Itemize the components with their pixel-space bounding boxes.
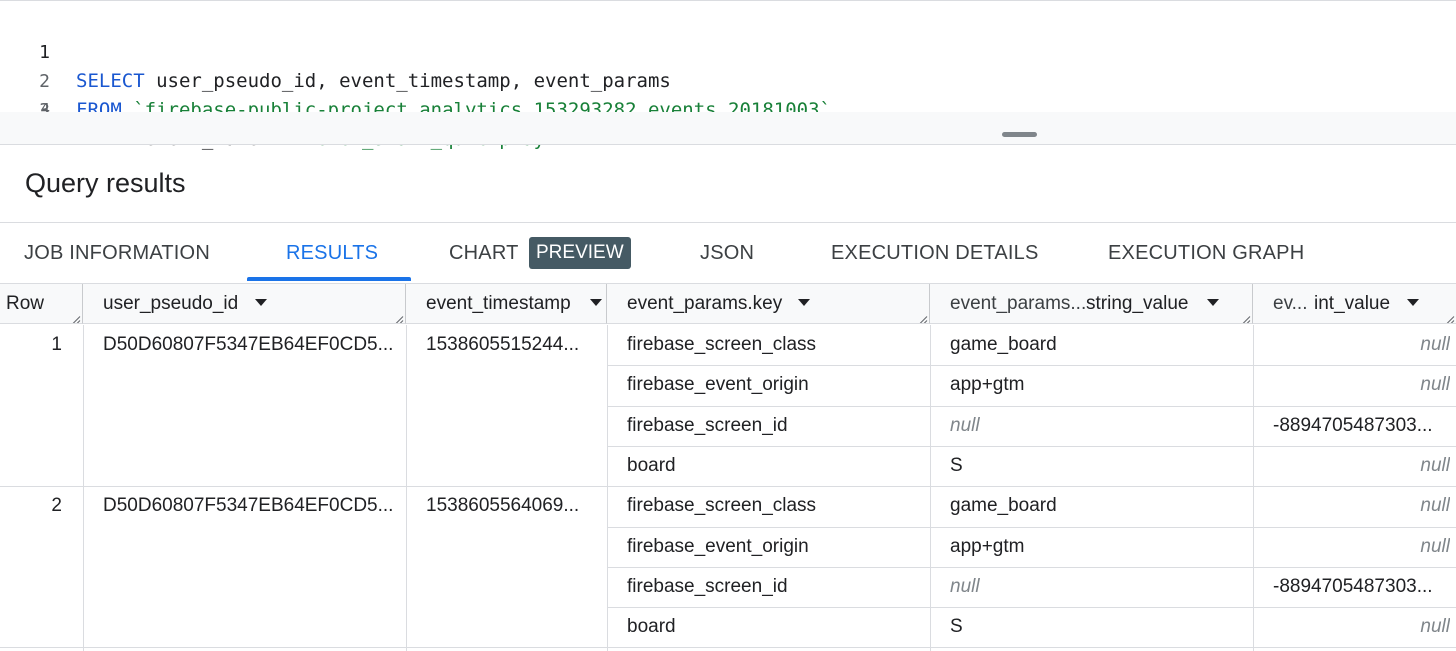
user-pseudo-id-cell[interactable]: D50D60807F5347EB64EF0CD5... <box>103 486 393 526</box>
divider <box>0 222 1456 223</box>
row-number: 1 <box>51 334 62 355</box>
param-int-value-cell[interactable]: null <box>1273 527 1450 567</box>
column-divider <box>1253 325 1254 651</box>
param-int-value-cell[interactable]: null <box>1273 446 1450 486</box>
param-string-value-cell[interactable]: app+gtm <box>950 527 1245 567</box>
sort-down-icon[interactable] <box>1407 299 1419 306</box>
column-header-label: event_params.key <box>627 293 783 314</box>
sort-down-icon[interactable] <box>798 299 810 306</box>
column-header-prefix: ev... <box>1273 293 1308 314</box>
column-header-label: string_value <box>1086 293 1189 314</box>
tab-results[interactable]: RESULTS <box>286 238 378 268</box>
column-divider <box>406 325 407 651</box>
param-key-cell[interactable]: firebase_event_origin <box>627 527 922 567</box>
param-key-cell[interactable]: firebase_event_origin <box>627 365 922 405</box>
row-divider <box>0 647 1456 649</box>
column-resize-icon[interactable] <box>70 311 80 321</box>
param-key-cell[interactable]: firebase_screen_id <box>627 567 922 607</box>
sort-down-icon[interactable] <box>1207 299 1219 306</box>
column-header-label: Row <box>6 293 45 314</box>
param-string-value-cell[interactable]: app+gtm <box>950 365 1245 405</box>
code-line-2[interactable]: 2 FROM `firebase-public-project.analytic… <box>0 38 1456 123</box>
param-int-value-cell[interactable]: null <box>1273 607 1450 647</box>
column-divider <box>607 325 608 651</box>
column-header-row[interactable]: Row <box>0 284 83 324</box>
column-divider <box>83 325 84 651</box>
column-header-label: event_timestamp <box>426 293 571 314</box>
user-pseudo-id-cell[interactable]: D50D60807F5347EB64EF0CD5... <box>103 325 393 365</box>
column-header-int-value[interactable]: ev... int_value <box>1253 284 1456 324</box>
results-grid: Row user_pseudo_id event_timestamp event… <box>0 283 1456 651</box>
column-header-string-value[interactable]: event_params... string_value <box>930 284 1253 324</box>
param-int-value-cell[interactable]: -8894705487303... <box>1273 567 1450 607</box>
event-timestamp-cell[interactable]: 1538605564069... <box>426 486 598 526</box>
column-divider <box>930 325 931 651</box>
param-key-cell[interactable]: board <box>627 607 922 647</box>
param-string-value-cell[interactable]: S <box>950 607 1245 647</box>
param-key-cell[interactable]: firebase_screen_id <box>627 406 922 446</box>
sort-down-icon[interactable] <box>255 299 267 306</box>
column-resize-icon[interactable] <box>1444 311 1454 321</box>
code-line-4[interactable]: 4 <box>0 89 1456 113</box>
column-resize-icon[interactable] <box>1240 311 1250 321</box>
preview-badge: PREVIEW <box>529 237 631 269</box>
event-timestamp-cell[interactable]: 1538605515244... <box>426 325 598 365</box>
sql-editor[interactable]: 1 SELECT user_pseudo_id, event_timestamp… <box>0 0 1456 150</box>
tab-json[interactable]: JSON <box>700 238 754 268</box>
column-resize-icon[interactable] <box>917 311 927 321</box>
param-int-value-cell[interactable]: null <box>1273 486 1450 526</box>
tab-execution-graph[interactable]: EXECUTION GRAPH <box>1108 238 1304 268</box>
param-int-value-cell[interactable]: -8894705487303... <box>1273 406 1450 446</box>
column-header-event-timestamp[interactable]: event_timestamp <box>406 284 607 324</box>
editor-results-splitter[interactable] <box>0 112 1456 145</box>
param-key-cell[interactable]: firebase_screen_class <box>627 325 922 365</box>
param-string-value-cell[interactable]: game_board <box>950 486 1245 526</box>
sort-down-icon[interactable] <box>590 299 602 306</box>
param-key-cell[interactable]: board <box>627 446 922 486</box>
column-header-user-pseudo-id[interactable]: user_pseudo_id <box>83 284 406 324</box>
param-int-value-cell[interactable]: null <box>1273 365 1450 405</box>
tab-job-information[interactable]: JOB INFORMATION <box>24 238 210 268</box>
param-string-value-cell[interactable]: null <box>950 567 1245 607</box>
column-header-prefix: event_params... <box>950 293 1087 314</box>
column-header-event-params-key[interactable]: event_params.key <box>607 284 930 324</box>
query-results-title: Query results <box>25 168 186 198</box>
param-int-value-cell[interactable]: null <box>1273 325 1450 365</box>
tab-execution-details[interactable]: EXECUTION DETAILS <box>831 238 1039 268</box>
drag-handle-icon[interactable] <box>1002 132 1037 137</box>
active-tab-indicator <box>247 277 411 281</box>
code-line-1[interactable]: 1 SELECT user_pseudo_id, event_timestamp… <box>0 9 1456 92</box>
param-string-value-cell[interactable]: null <box>950 406 1245 446</box>
param-key-cell[interactable]: firebase_screen_class <box>627 486 922 526</box>
param-string-value-cell[interactable]: game_board <box>950 325 1245 365</box>
param-string-value-cell[interactable]: S <box>950 446 1245 486</box>
tab-chart[interactable]: CHART <box>449 238 519 268</box>
column-header-label: user_pseudo_id <box>103 293 239 314</box>
column-resize-icon[interactable] <box>393 311 403 321</box>
row-number: 2 <box>51 495 62 517</box>
column-header-label: int_value <box>1314 293 1391 314</box>
